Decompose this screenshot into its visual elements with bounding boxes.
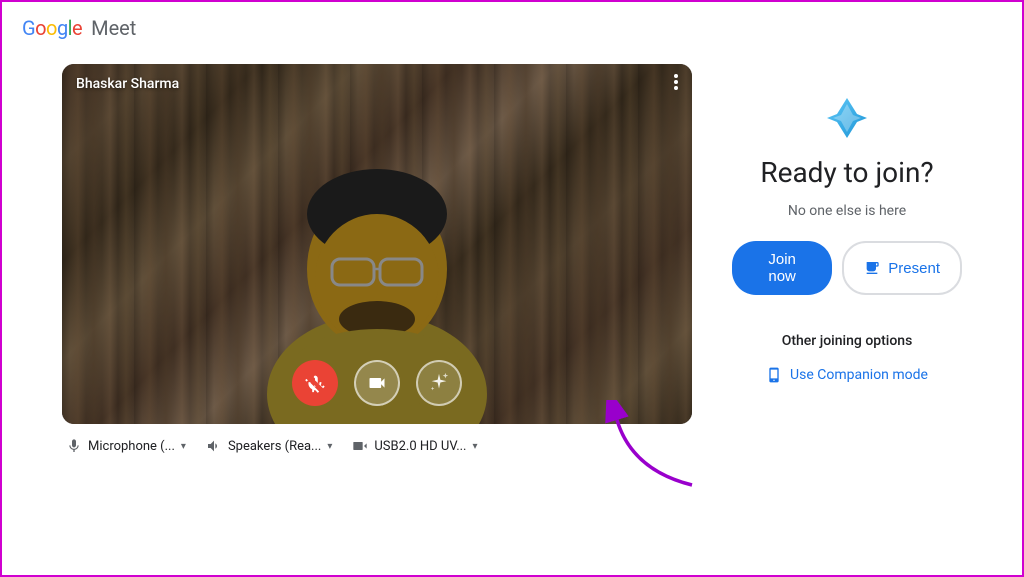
meet-logo-text: Meet [86, 16, 136, 40]
app-header: Google Meet [2, 2, 1022, 54]
microphone-caret: ▾ [181, 441, 186, 452]
sparkles-icon [428, 372, 450, 394]
camera-selector[interactable]: USB2.0 HD UV... ▾ [352, 438, 477, 454]
camera-label: USB2.0 HD UV... [374, 439, 466, 454]
mic-off-icon [304, 372, 326, 394]
other-joining-options: Other joining options [782, 333, 913, 349]
right-panel: Ready to join? No one else is here Join … [732, 64, 962, 383]
video-section: Bhaskar Sharma [62, 64, 692, 454]
video-container: Bhaskar Sharma [62, 64, 692, 424]
device-controls: Microphone (... ▾ Speakers (Rea... ▾ USB… [62, 438, 692, 454]
camera-caret: ▾ [472, 441, 477, 452]
no-one-text: No one else is here [788, 203, 906, 219]
companion-mode-link[interactable]: Use Companion mode [766, 367, 928, 383]
main-content: Bhaskar Sharma [2, 64, 1022, 454]
ready-title: Ready to join? [760, 156, 933, 189]
google-logo: Google [22, 16, 82, 40]
mic-icon [66, 438, 82, 454]
speakers-caret: ▾ [327, 441, 332, 452]
more-options-button[interactable] [674, 74, 678, 90]
companion-label: Use Companion mode [790, 367, 928, 383]
meet-sparkle-icon [823, 94, 871, 142]
join-now-button[interactable]: Join now [732, 241, 832, 295]
effects-button[interactable] [416, 360, 462, 406]
microphone-selector[interactable]: Microphone (... ▾ [66, 438, 186, 454]
speaker-icon [206, 438, 222, 454]
companion-icon [766, 367, 782, 383]
present-label: Present [888, 260, 940, 277]
camera-button[interactable] [354, 360, 400, 406]
video-controls [292, 360, 462, 406]
logo: Google Meet [22, 16, 136, 40]
present-icon [864, 260, 880, 276]
camera-icon [367, 373, 387, 393]
present-button[interactable]: Present [842, 241, 962, 295]
video-icon [352, 438, 368, 454]
join-buttons-group: Join now Present [732, 241, 962, 295]
speakers-label: Speakers (Rea... [228, 439, 321, 454]
speakers-selector[interactable]: Speakers (Rea... ▾ [206, 438, 332, 454]
mute-button[interactable] [292, 360, 338, 406]
video-name-tag: Bhaskar Sharma [76, 76, 179, 92]
microphone-label: Microphone (... [88, 439, 175, 454]
